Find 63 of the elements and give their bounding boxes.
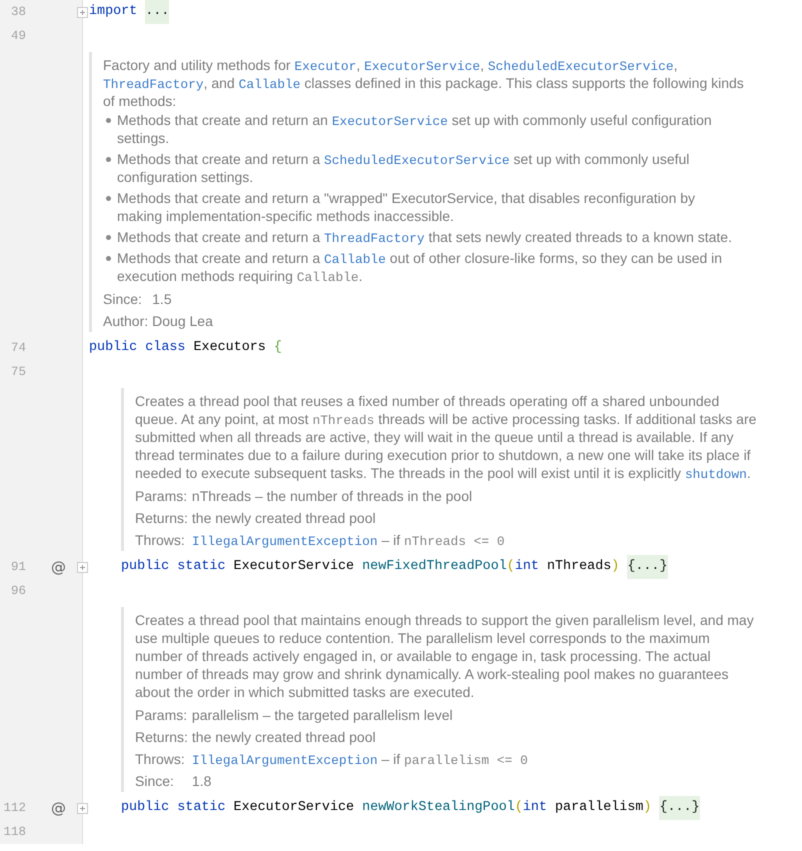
code-line: public static ExecutorService newFixedThreadPool(int nThreads) xyxy=(121,558,620,576)
doc-paragraph: Creates a thread pool that reuses a fixed number of threads operating off a shared unbounded queue. At any point, at most nThreads threads will be active processing tasks. If additional tasks are submitted when all threads are active, they will wait in the queue until a thread is available. If any thread terminates due to a failure during execution prior to shutdown, a new one will take its place if needed to execute subsequent tasks. The threads in the pool will exist until it is explicitly shutdown. xyxy=(135,392,757,482)
expand-icon[interactable] xyxy=(77,562,88,573)
doc-tag-label: Returns: xyxy=(135,509,188,527)
doc-tag-label: Throws: xyxy=(135,531,186,549)
doc-tag-value: the newly created thread pool xyxy=(192,509,377,527)
expand-icon[interactable] xyxy=(77,803,88,814)
doc-list-text: Methods that create and return a "wrapped" ExecutorService, that disables reconfiguration by making implementation-specific methods inaccessible. xyxy=(117,189,696,225)
doc-tag-label: Params: xyxy=(135,706,188,724)
line-number: 96 xyxy=(10,583,27,600)
line-number: 118 xyxy=(2,824,27,841)
doc-paragraph: Creates a thread pool that maintains enough threads to support the given parallelism level, and may use multiple queues to reduce contention. The parallelism level corresponds to the maximum number of threads actively engaged in, or available to engage in, task processing. The actual number of threads may grow and shrink dynamically. A work-stealing pool makes no guarantees about the order in which submitted tasks are executed. xyxy=(135,611,755,701)
code-line: public class Executors { xyxy=(89,339,282,357)
bullet-icon xyxy=(106,157,111,162)
doc-list-text: Methods that create and return a ThreadFactory that sets newly created threads to a known state. xyxy=(117,228,732,246)
folded-code-placeholder[interactable]: {...} xyxy=(627,555,668,579)
doc-tag-label: Since: xyxy=(103,290,143,308)
bullet-icon xyxy=(106,118,111,123)
doc-link[interactable]: ScheduledExecutorService xyxy=(488,59,674,74)
doc-tag-value: 1.8 xyxy=(192,772,212,790)
doc-list-text: Methods that create and return a Callable out of other closure-like forms, so they can be used in execution methods requiring Callable. xyxy=(117,249,724,285)
bullet-icon xyxy=(106,235,111,240)
doc-tag-value: nThreads – the number of threads in the pool xyxy=(192,487,474,505)
bullet-icon xyxy=(106,196,111,201)
doc-tag-label: Author: xyxy=(103,312,148,330)
doc-link[interactable]: ExecutorService xyxy=(364,59,480,74)
doc-link[interactable]: ScheduledExecutorService xyxy=(324,153,510,168)
folded-code-placeholder[interactable]: {...} xyxy=(659,796,700,820)
doc-link[interactable]: IllegalArgumentException xyxy=(192,534,378,549)
doc-tag-value: IllegalArgumentException – if parallelism <= 0 xyxy=(192,750,529,768)
doc-tag-label: Returns: xyxy=(135,728,188,746)
doc-paragraph: Factory and utility methods for Executor, ExecutorService, ScheduledExecutorService, ThreadFactory, and Callable classes defined in this package. This class supports the following kinds of methods: xyxy=(103,56,745,110)
doc-tag-label: Params: xyxy=(135,487,188,505)
doc-link[interactable]: shutdown xyxy=(684,467,747,482)
line-number: 38 xyxy=(10,4,27,21)
doc-tag-value: parallelism – the targeted parallelism level xyxy=(192,706,454,724)
doc-tag-value: the newly created thread pool xyxy=(192,728,377,746)
doc-tag-label: Throws: xyxy=(135,750,186,768)
doc-tag-value: Doug Lea xyxy=(152,312,214,330)
doc-list-text: Methods that create and return a ScheduledExecutorService set up with commonly useful configuration settings. xyxy=(117,150,690,186)
doc-link[interactable]: ThreadFactory xyxy=(103,77,204,92)
doc-link[interactable]: Executor xyxy=(294,59,356,74)
code-line: public static ExecutorService newWorkStealingPool(int parallelism) xyxy=(121,799,652,817)
line-number: 75 xyxy=(10,364,27,381)
doc-link[interactable]: IllegalArgumentException xyxy=(192,753,378,768)
annotation-marker[interactable]: @ xyxy=(51,796,66,820)
line-number: 112 xyxy=(2,800,27,817)
line-number: 91 xyxy=(10,559,27,576)
code-line: import xyxy=(89,3,138,21)
doc-tag-label: Since: xyxy=(135,772,175,790)
doc-link[interactable]: ThreadFactory xyxy=(324,231,425,246)
doc-tag-value: 1.5 xyxy=(152,290,173,308)
doc-link[interactable]: Callable xyxy=(324,252,386,267)
doc-link[interactable]: Callable xyxy=(238,77,300,92)
folded-code-placeholder[interactable]: ... xyxy=(145,0,170,24)
line-number: 74 xyxy=(10,340,27,357)
line-number: 49 xyxy=(10,28,27,45)
annotation-marker[interactable]: @ xyxy=(51,555,66,579)
doc-tag-value: IllegalArgumentException – if nThreads <= 0 xyxy=(192,531,506,549)
bullet-icon xyxy=(106,256,111,261)
doc-link[interactable]: ExecutorService xyxy=(332,114,448,129)
doc-list-text: Methods that create and return an ExecutorService set up with commonly useful configuration settings. xyxy=(117,111,713,147)
expand-icon[interactable] xyxy=(77,7,88,18)
